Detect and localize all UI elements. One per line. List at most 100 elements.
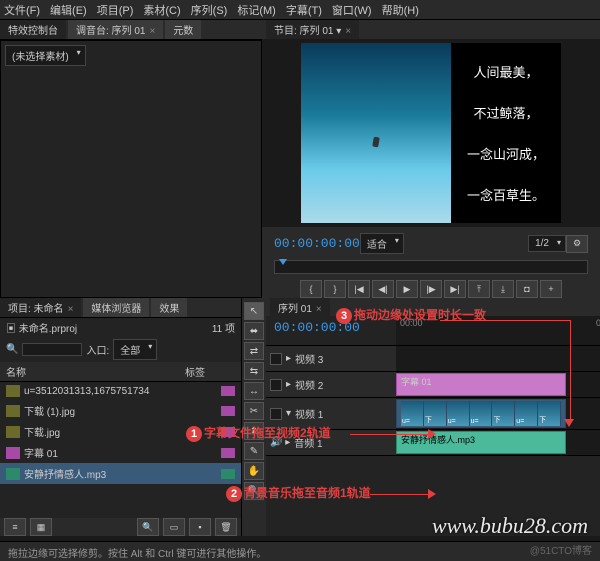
image-icon <box>6 385 20 397</box>
close-icon[interactable]: × <box>316 304 322 315</box>
image-icon <box>6 405 20 417</box>
tab-project[interactable]: 项目: 未命名× <box>0 298 81 317</box>
selection-tool[interactable]: ↖ <box>244 302 264 320</box>
export-frame-button[interactable]: ◘ <box>516 280 538 298</box>
delete-button[interactable]: 🗑 <box>215 518 237 536</box>
tab-program[interactable]: 节目: 序列 01 ▾× <box>266 20 359 39</box>
rolling-tool[interactable]: ⇆ <box>244 362 264 380</box>
project-list: u=3512031313,1675751734 下载 (1).jpg 下载.jp… <box>0 382 241 518</box>
find-button[interactable]: 🔍 <box>137 518 159 536</box>
program-tabs: 节目: 序列 01 ▾× <box>262 20 600 39</box>
program-scrubber[interactable] <box>274 260 588 274</box>
fx-source-dropdown[interactable]: (未选择素材) <box>5 45 86 66</box>
pen-tool[interactable]: ✎ <box>244 442 264 460</box>
title-clip[interactable]: 字幕 01 <box>396 373 566 396</box>
label-swatch <box>221 406 235 416</box>
close-icon[interactable]: × <box>345 26 351 37</box>
menu-clip[interactable]: 素材(C) <box>143 2 180 18</box>
razor-tool[interactable]: ✂ <box>244 402 264 420</box>
program-viewer[interactable]: 人间最美， 不过鲸落， 一念山河成， 一念百草生。 <box>262 39 600 227</box>
ripple-tool[interactable]: ⇄ <box>244 342 264 360</box>
watermark-small: @51CTO博客 <box>530 542 592 557</box>
step-fwd-button[interactable]: |▶ <box>420 280 442 298</box>
timeline-timecode[interactable]: 00:00:00:00 <box>274 320 388 335</box>
image-icon <box>6 426 20 438</box>
go-in-button[interactable]: |◀ <box>348 280 370 298</box>
in-dropdown[interactable]: 全部 <box>113 339 157 360</box>
arrow-head-icon <box>428 429 436 439</box>
eye-icon[interactable] <box>270 353 282 365</box>
lift-button[interactable]: ⤒ <box>468 280 490 298</box>
menu-sequence[interactable]: 序列(S) <box>191 2 228 18</box>
list-item[interactable]: 下载.jpg <box>0 421 241 442</box>
col-label[interactable]: 标签 <box>185 364 235 379</box>
project-file-icon: ▣ 未命名.prproj <box>6 320 77 335</box>
close-icon[interactable]: × <box>68 304 74 315</box>
new-bin-button[interactable]: ▭ <box>163 518 185 536</box>
tab-media-browser[interactable]: 媒体浏览器 <box>83 298 149 317</box>
track-head-v1[interactable]: ▾ 视频 1 <box>266 398 396 429</box>
tab-fx-console[interactable]: 特效控制台 <box>0 20 66 39</box>
tool-panel: ↖ ⬌ ⇄ ⇆ ↔ ✂ ⬍ ✎ ✋ 🔍 <box>242 298 266 536</box>
zoom-fit-dropdown[interactable]: 适合 <box>360 233 404 254</box>
item-count: 11 项 <box>212 320 235 335</box>
program-timecode[interactable]: 00:00:00:00 <box>274 236 360 251</box>
search-icon[interactable]: 🔍 <box>6 344 18 355</box>
label-swatch <box>221 427 235 437</box>
settings-icon[interactable]: ⚙ <box>566 235 588 253</box>
list-view-button[interactable]: ≡ <box>4 518 26 536</box>
track-select-tool[interactable]: ⬌ <box>244 322 264 340</box>
list-item[interactable]: 下载 (1).jpg <box>0 400 241 421</box>
menu-help[interactable]: 帮助(H) <box>382 2 419 18</box>
status-bar: 拖拉边缘可选择修剪。按住 Alt 和 Ctrl 键可进行其他操作。 <box>0 541 600 561</box>
mark-out-button[interactable]: } <box>324 280 346 298</box>
tab-mixer[interactable]: 调音台: 序列 01× <box>68 20 163 39</box>
more-button[interactable]: + <box>540 280 562 298</box>
tab-effects[interactable]: 效果 <box>151 298 187 317</box>
list-item[interactable]: u=3512031313,1675751734 <box>0 382 241 400</box>
go-out-button[interactable]: ▶| <box>444 280 466 298</box>
menu-project[interactable]: 项目(P) <box>97 2 134 18</box>
video-clip[interactable]: u=下u=u=下u=下 <box>396 399 566 428</box>
annotation-arrow <box>370 494 430 495</box>
menu-title[interactable]: 字幕(T) <box>286 2 322 18</box>
icon-view-button[interactable]: ▦ <box>30 518 52 536</box>
close-icon[interactable]: × <box>149 26 155 37</box>
dropdown-icon[interactable]: ▾ <box>336 26 341 37</box>
col-name[interactable]: 名称 <box>6 364 185 379</box>
menu-window[interactable]: 窗口(W) <box>332 2 372 18</box>
audio-icon <box>6 468 20 480</box>
label-swatch <box>221 386 235 396</box>
track-head-v2[interactable]: ▸ 视频 2 <box>266 372 396 397</box>
menu-bar: 文件(F) 编辑(E) 项目(P) 素材(C) 序列(S) 标记(M) 字幕(T… <box>0 0 600 20</box>
menu-edit[interactable]: 编辑(E) <box>50 2 87 18</box>
hand-tool[interactable]: ✋ <box>244 462 264 480</box>
playhead-icon[interactable] <box>279 259 287 265</box>
preview-image <box>301 43 451 223</box>
list-item[interactable]: 安静抒情感人.mp3 <box>0 463 241 484</box>
eye-icon[interactable] <box>270 379 282 391</box>
menu-marker[interactable]: 标记(M) <box>237 2 276 18</box>
annotation-arrow <box>350 434 430 435</box>
rate-tool[interactable]: ↔ <box>244 382 264 400</box>
extract-button[interactable]: ⤓ <box>492 280 514 298</box>
tab-meta[interactable]: 元数 <box>165 20 201 39</box>
eye-icon[interactable] <box>270 408 282 420</box>
fx-body: (未选择素材) <box>0 40 262 298</box>
list-item[interactable]: 字幕 01 <box>0 442 241 463</box>
label-swatch <box>221 448 235 458</box>
menu-file[interactable]: 文件(F) <box>4 2 40 18</box>
preview-overlay-text: 人间最美， 不过鲸落， 一念山河成， 一念百草生。 <box>451 43 561 223</box>
play-button[interactable]: ▶ <box>396 280 418 298</box>
slip-tool[interactable]: ⬍ <box>244 422 264 440</box>
track-head-v3[interactable]: ▸ 视频 3 <box>266 346 396 371</box>
arrow-head-icon <box>428 489 436 499</box>
mark-in-button[interactable]: { <box>300 280 322 298</box>
step-back-button[interactable]: ◀| <box>372 280 394 298</box>
new-item-button[interactable]: ▪ <box>189 518 211 536</box>
search-input[interactable] <box>22 343 82 356</box>
resolution-dropdown[interactable]: 1/2 <box>528 235 566 252</box>
tab-sequence[interactable]: 序列 01× <box>270 298 330 317</box>
annotation-arrow <box>440 320 570 321</box>
zoom-tool[interactable]: 🔍 <box>244 482 264 500</box>
